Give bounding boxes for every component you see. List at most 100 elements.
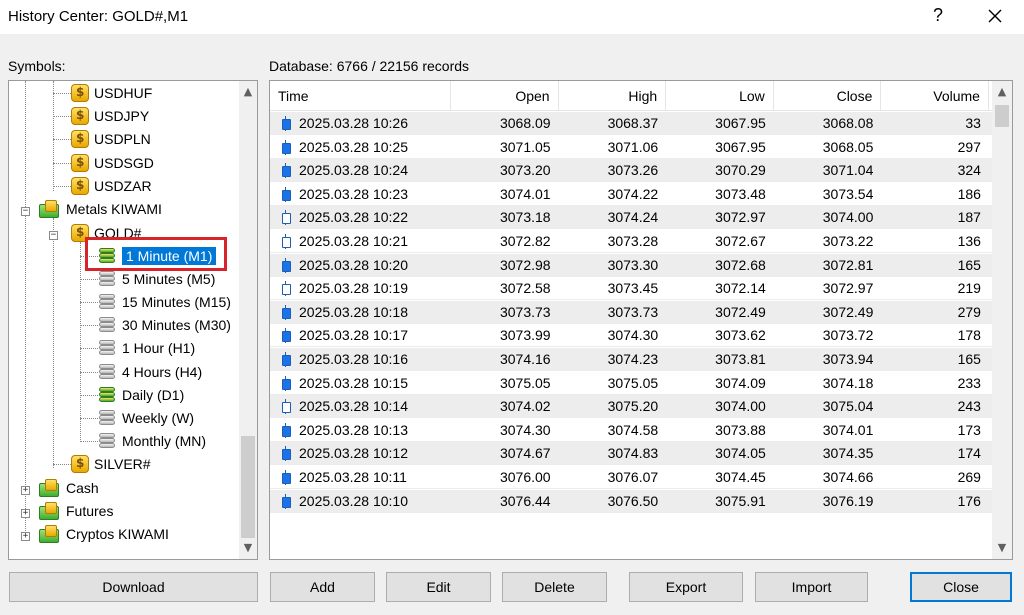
export-button[interactable]: Export bbox=[629, 572, 743, 602]
table-row[interactable]: 2025.03.28 10:26 3068.09 3068.37 3067.95 306… bbox=[270, 112, 992, 135]
table-row[interactable]: 2025.03.28 10:21 3072.82 3073.28 3072.67 307… bbox=[270, 230, 992, 253]
tree-item-usdzar[interactable]: USDZAR bbox=[71, 175, 152, 197]
cell-open: 3073.20 bbox=[499, 162, 551, 179]
folder-icon bbox=[39, 200, 61, 218]
cell-close: 3071.04 bbox=[822, 162, 874, 179]
cell-close: 3073.22 bbox=[822, 233, 874, 249]
tree-item-mn[interactable]: Monthly (MN) bbox=[98, 430, 206, 452]
scroll-up-icon[interactable]: ▲ bbox=[994, 85, 1010, 101]
collapse-metals-toggle[interactable]: − bbox=[21, 207, 30, 216]
table-scrollbar[interactable]: ▲ ▼ bbox=[992, 81, 1012, 559]
tree-item-usdpln[interactable]: USDPLN bbox=[71, 128, 151, 150]
cell-high: 3074.22 bbox=[607, 185, 659, 202]
tree-item-h4[interactable]: 4 Hours (H4) bbox=[98, 361, 202, 383]
folder-icon bbox=[39, 502, 61, 520]
tree-item-usdsgd[interactable]: USDSGD bbox=[71, 152, 154, 174]
cell-time-text: 2025.03.28 10:25 bbox=[299, 138, 408, 155]
add-button[interactable]: Add bbox=[270, 572, 375, 602]
column-header-time[interactable]: Time bbox=[270, 81, 451, 111]
cell-time: 2025.03.28 10:26 bbox=[270, 112, 451, 135]
table-row[interactable]: 2025.03.28 10:19 3072.58 3073.45 3072.14 307… bbox=[270, 277, 992, 301]
cell-volume: 297 bbox=[957, 138, 981, 155]
table-row[interactable]: 2025.03.28 10:16 3074.16 3074.23 3073.81 307… bbox=[270, 348, 992, 371]
help-button[interactable]: ? bbox=[930, 5, 946, 26]
cell-low: 3073.81 bbox=[715, 351, 766, 367]
tree-item-d1[interactable]: Daily (D1) bbox=[98, 384, 184, 406]
table-row[interactable]: 2025.03.28 10:12 3074.67 3074.83 3074.05 307… bbox=[270, 442, 992, 466]
cell-time: 2025.03.28 10:16 bbox=[270, 348, 451, 371]
table-scroll-thumb[interactable] bbox=[995, 105, 1009, 127]
scroll-down-icon[interactable]: ▼ bbox=[994, 541, 1010, 557]
delete-button[interactable]: Delete bbox=[502, 572, 607, 602]
cell-high: 3075.05 bbox=[607, 374, 659, 391]
expand-cryptos-toggle[interactable]: + bbox=[21, 532, 30, 541]
collapse-gold-toggle[interactable]: − bbox=[49, 231, 58, 240]
column-header-high[interactable]: High bbox=[559, 81, 667, 111]
cell-close: 3073.54 bbox=[822, 185, 874, 202]
table-row[interactable]: 2025.03.28 10:24 3073.20 3073.26 3070.29 307… bbox=[270, 159, 992, 183]
column-header-low[interactable]: Low bbox=[666, 81, 774, 111]
records-table[interactable]: Time Open High Low Close Volume 2025.03.… bbox=[269, 80, 1013, 560]
cell-open: 3072.82 bbox=[499, 233, 551, 249]
tree-item-label: USDSGD bbox=[94, 155, 154, 171]
table-row[interactable]: 2025.03.28 10:20 3072.98 3073.30 3072.68 307… bbox=[270, 253, 992, 277]
cell-time-text: 2025.03.28 10:21 bbox=[299, 233, 408, 249]
table-row[interactable]: 2025.03.28 10:25 3071.05 3071.06 3067.95 306… bbox=[270, 136, 992, 159]
tree-item-label: USDHUF bbox=[94, 85, 153, 101]
close-window-button[interactable] bbox=[978, 3, 1012, 29]
close-icon bbox=[988, 9, 1002, 23]
tree-item-m5[interactable]: 5 Minutes (M5) bbox=[98, 268, 215, 290]
coin-icon bbox=[71, 84, 89, 102]
tree-group-cryptos[interactable]: Cryptos KIWAMI bbox=[39, 523, 169, 545]
tree-group-metals[interactable]: Metals KIWAMI bbox=[39, 198, 162, 220]
cell-low: 3073.62 bbox=[715, 327, 766, 344]
tree-item-h1[interactable]: 1 Hour (H1) bbox=[98, 337, 195, 359]
cell-time-text: 2025.03.28 10:16 bbox=[299, 351, 408, 367]
expand-cash-toggle[interactable]: + bbox=[21, 486, 30, 495]
table-row[interactable]: 2025.03.28 10:22 3073.18 3074.24 3072.97 307… bbox=[270, 206, 992, 230]
tree-scroll-thumb[interactable] bbox=[241, 436, 255, 538]
tree-item-usdhuf[interactable]: USDHUF bbox=[71, 82, 152, 104]
tree-item-silver[interactable]: SILVER# bbox=[71, 453, 151, 475]
column-header-close[interactable]: Close bbox=[774, 81, 882, 111]
table-row[interactable]: 2025.03.28 10:23 3074.01 3074.22 3073.48 307… bbox=[270, 183, 992, 206]
cell-low: 3073.48 bbox=[715, 185, 766, 202]
table-row[interactable]: 2025.03.28 10:13 3074.30 3074.58 3073.88 307… bbox=[270, 419, 992, 442]
cell-time: 2025.03.28 10:10 bbox=[270, 490, 451, 513]
column-header-volume[interactable]: Volume bbox=[881, 81, 989, 111]
table-row[interactable]: 2025.03.28 10:17 3073.99 3074.30 3073.62 307… bbox=[270, 324, 992, 348]
tree-scrollbar[interactable]: ▲ ▼ bbox=[239, 81, 257, 559]
cell-open: 3068.09 bbox=[499, 115, 551, 131]
close-button[interactable]: Close bbox=[910, 572, 1012, 602]
tree-item-label: Daily (D1) bbox=[122, 387, 185, 403]
tree-item-usdjpy[interactable]: USDJPY bbox=[71, 105, 149, 127]
database-icon bbox=[98, 316, 116, 334]
table-row[interactable]: 2025.03.28 10:15 3075.05 3075.05 3074.09 307… bbox=[270, 372, 992, 395]
edit-button[interactable]: Edit bbox=[386, 572, 491, 602]
tree-item-w1[interactable]: Weekly (W) bbox=[98, 407, 194, 429]
table-row[interactable]: 2025.03.28 10:10 3076.44 3076.50 3075.91 307… bbox=[270, 489, 992, 513]
table-row[interactable]: 2025.03.28 10:14 3074.02 3075.20 3074.00 307… bbox=[270, 395, 992, 419]
tree-item-label: 30 Minutes (M30) bbox=[122, 317, 231, 333]
cell-open: 3072.58 bbox=[499, 280, 551, 297]
coin-icon bbox=[71, 177, 89, 195]
tree-group-futures[interactable]: Futures bbox=[39, 500, 113, 522]
cell-close: 3072.49 bbox=[822, 303, 874, 320]
cell-time-text: 2025.03.28 10:23 bbox=[299, 185, 408, 202]
tree-group-label: Cash bbox=[66, 480, 99, 496]
column-header-open[interactable]: Open bbox=[451, 81, 559, 111]
cell-close: 3074.01 bbox=[822, 421, 874, 438]
scroll-down-icon[interactable]: ▼ bbox=[240, 541, 256, 557]
tree-item-m15[interactable]: 15 Minutes (M15) bbox=[98, 291, 231, 313]
table-row[interactable]: 2025.03.28 10:11 3076.00 3076.07 3074.45 307… bbox=[270, 466, 992, 489]
import-button[interactable]: Import bbox=[755, 572, 868, 602]
tree-group-cash[interactable]: Cash bbox=[39, 477, 99, 499]
title-bar: History Center: GOLD#,M1 ? bbox=[0, 0, 1024, 34]
symbols-tree[interactable]: USDHUF USDJPY USDPLN USDSGD USDZAR − Met… bbox=[8, 80, 258, 560]
cell-volume: 178 bbox=[957, 327, 981, 344]
table-row[interactable]: 2025.03.28 10:18 3073.73 3073.73 3072.49 307… bbox=[270, 300, 992, 324]
tree-item-m30[interactable]: 30 Minutes (M30) bbox=[98, 314, 231, 336]
scroll-up-icon[interactable]: ▲ bbox=[240, 85, 256, 101]
download-button[interactable]: Download bbox=[9, 572, 258, 602]
expand-futures-toggle[interactable]: + bbox=[21, 509, 30, 518]
